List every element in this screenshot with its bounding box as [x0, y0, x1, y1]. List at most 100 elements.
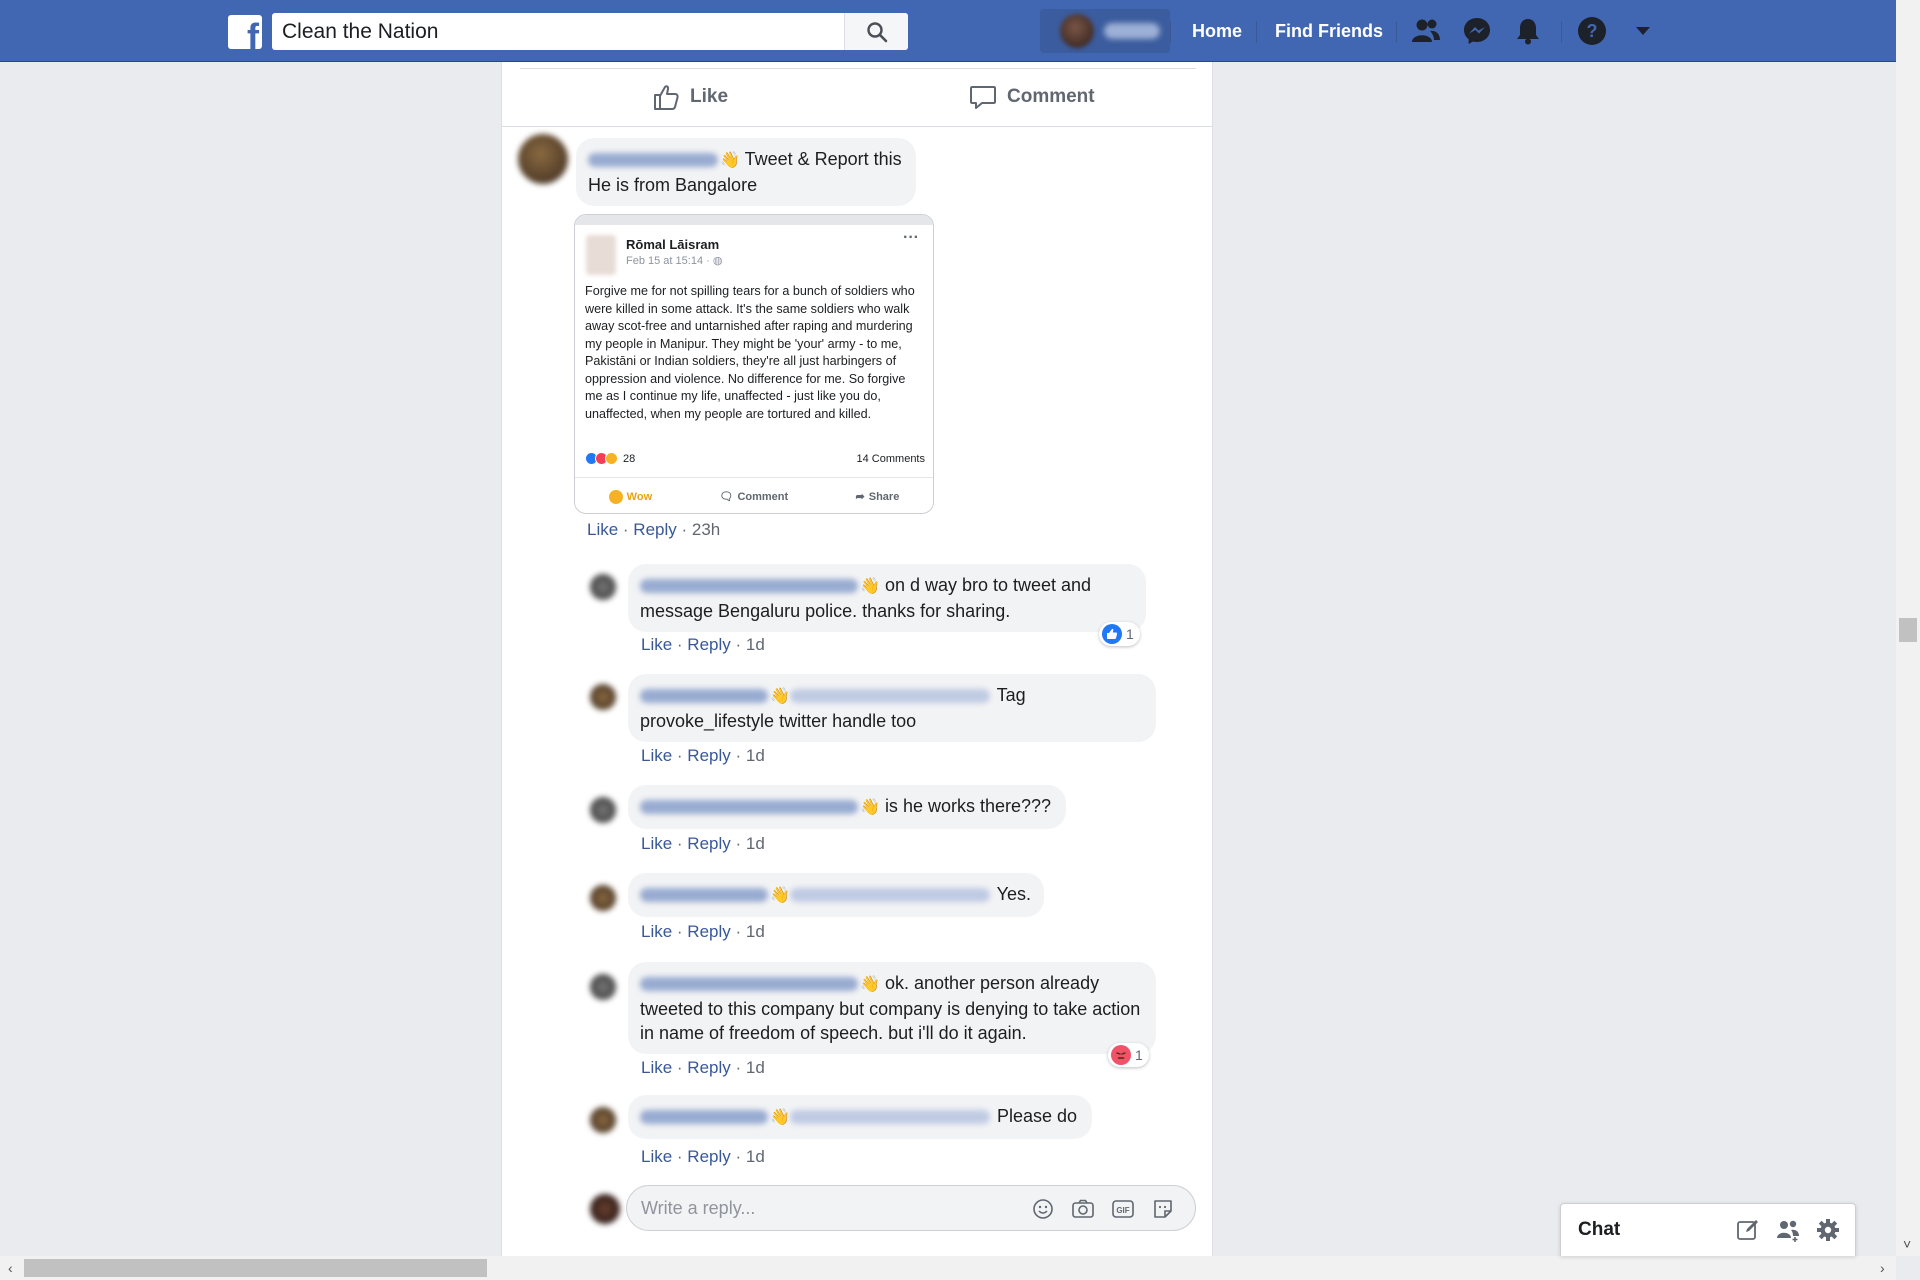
nav-find-friends[interactable]: Find Friends [1275, 19, 1383, 43]
comment-image-attachment[interactable]: Rōmal Lāisram Feb 15 at 15:14 · ◍ ··· Fo… [574, 214, 934, 514]
search-icon [866, 21, 887, 42]
share-icon: ➦ [855, 491, 865, 503]
comment-button-label: Comment [1007, 86, 1095, 107]
tagged-name-blurred[interactable] [789, 1110, 990, 1125]
like-button[interactable]: Like [652, 83, 728, 111]
tagged-name-blurred[interactable] [789, 689, 990, 704]
embedded-author-name: Rōmal Lāisram [626, 237, 720, 252]
embedded-share-action: ➦ Share [855, 490, 900, 504]
reply-text: Please do [996, 1106, 1077, 1126]
tagged-name-blurred[interactable] [789, 888, 990, 903]
scroll-down-arrow-icon[interactable]: ˅ [1903, 1232, 1911, 1256]
divider [502, 126, 1212, 127]
camera-icon[interactable] [1071, 1197, 1095, 1221]
vertical-scroll-thumb[interactable] [1899, 618, 1917, 642]
comment-timestamp[interactable]: 23h [692, 520, 720, 539]
embedded-wow-action: Wow [608, 489, 652, 504]
horizontal-scrollbar[interactable]: ‹ › [0, 1256, 1896, 1280]
reaction-count: 28 [623, 452, 636, 465]
comment-text-line2: He is from Bangalore [588, 175, 758, 195]
reply-timestamp[interactable]: 1d [746, 746, 765, 765]
reply-reply-link[interactable]: Reply [687, 635, 730, 654]
commenter-name-blurred[interactable] [640, 1110, 768, 1125]
reaction-count: 1 [1126, 626, 1134, 642]
avatar[interactable] [590, 574, 616, 600]
reply-timestamp[interactable]: 1d [746, 834, 765, 853]
vertical-scrollbar[interactable]: ˅ [1896, 0, 1920, 1256]
waving-hand-icon: 👋 [860, 799, 880, 816]
reply-reply-link[interactable]: Reply [687, 1147, 730, 1166]
avatar[interactable] [518, 134, 568, 184]
bell-icon[interactable] [1511, 14, 1545, 48]
avatar[interactable] [590, 797, 616, 823]
reply-like-link[interactable]: Like [641, 1147, 672, 1166]
comment-reply-link[interactable]: Reply [633, 520, 676, 539]
profile-name-blurred [1104, 23, 1160, 39]
comment-button[interactable]: Comment [969, 83, 1095, 111]
reply-reply-link[interactable]: Reply [687, 922, 730, 941]
reply-bubble: 👋 Tag provoke_lifestyle twitter handle t… [628, 674, 1156, 742]
avatar[interactable] [590, 885, 616, 911]
commenter-name-blurred[interactable] [640, 579, 858, 594]
like-button-label: Like [690, 86, 729, 107]
new-message-icon[interactable] [1735, 1217, 1761, 1243]
messenger-icon[interactable] [1460, 14, 1494, 48]
sticker-icon[interactable] [1151, 1197, 1175, 1221]
scroll-left-arrow-icon[interactable]: ‹ [8, 1256, 13, 1280]
embedded-action-bar: Wow 🗨 Comment ➦ Share [575, 477, 933, 513]
friend-requests-icon[interactable] [1409, 14, 1443, 48]
avatar[interactable] [590, 684, 616, 710]
comment-like-link[interactable]: Like [587, 520, 618, 539]
avatar [1060, 14, 1094, 48]
wow-reaction-icon [605, 452, 618, 465]
reply-like-link[interactable]: Like [641, 746, 672, 765]
reply-reply-link[interactable]: Reply [687, 1058, 730, 1077]
comment-icon [970, 86, 996, 109]
reaction-badge[interactable]: 1 [1108, 1043, 1149, 1067]
commenter-name-blurred[interactable] [640, 689, 768, 704]
reply-reply-link[interactable]: Reply [687, 834, 730, 853]
commenter-name-blurred[interactable] [640, 977, 858, 992]
reply-meta: Like · Reply · 1d [641, 834, 765, 853]
reply-like-link[interactable]: Like [641, 1058, 672, 1077]
help-icon[interactable]: ? [1575, 14, 1609, 48]
search-button[interactable] [844, 13, 908, 50]
gif-icon[interactable]: GIF [1111, 1197, 1135, 1221]
reaction-summary: 28 [585, 452, 635, 465]
commenter-name-blurred[interactable] [640, 800, 858, 815]
scroll-right-arrow-icon[interactable]: › [1880, 1256, 1885, 1280]
embedded-post-body: Forgive me for not spilling tears for a … [585, 284, 915, 421]
reply-timestamp[interactable]: 1d [746, 1058, 765, 1077]
reply-timestamp[interactable]: 1d [746, 635, 765, 654]
emoji-icon[interactable] [1031, 1197, 1055, 1221]
svg-text:?: ? [1587, 21, 1598, 41]
gear-icon[interactable] [1815, 1217, 1841, 1243]
reply-meta: Like · Reply · 1d [641, 746, 765, 765]
reply-timestamp[interactable]: 1d [746, 922, 765, 941]
avatar[interactable] [590, 1107, 616, 1133]
chat-bar[interactable]: Chat [1560, 1203, 1856, 1256]
search-input[interactable] [272, 13, 844, 50]
reply-text: Yes. [996, 884, 1031, 904]
reply-input[interactable] [641, 1186, 1021, 1230]
avatar[interactable] [590, 974, 616, 1000]
reaction-count: 1 [1135, 1047, 1143, 1063]
reply-like-link[interactable]: Like [641, 635, 672, 654]
nav-divider [1561, 21, 1562, 43]
reply-like-link[interactable]: Like [641, 834, 672, 853]
post-card: Like Comment 👋 Tweet & Report this He is… [501, 62, 1213, 1256]
waving-hand-icon: 👋 [720, 152, 740, 169]
reaction-badge[interactable]: 1 [1099, 622, 1140, 646]
horizontal-scroll-thumb[interactable] [24, 1259, 487, 1277]
reply-reply-link[interactable]: Reply [687, 746, 730, 765]
nav-home[interactable]: Home [1192, 19, 1242, 43]
commenter-name-blurred[interactable] [588, 153, 718, 168]
reply-bubble: 👋 Please do [628, 1095, 1092, 1139]
profile-link[interactable] [1040, 9, 1170, 53]
reply-timestamp[interactable]: 1d [746, 1147, 765, 1166]
reply-like-link[interactable]: Like [641, 922, 672, 941]
caret-down-icon[interactable] [1626, 14, 1660, 48]
commenter-name-blurred[interactable] [640, 888, 768, 903]
facebook-logo[interactable]: f [228, 15, 262, 49]
create-group-icon[interactable] [1775, 1217, 1801, 1243]
